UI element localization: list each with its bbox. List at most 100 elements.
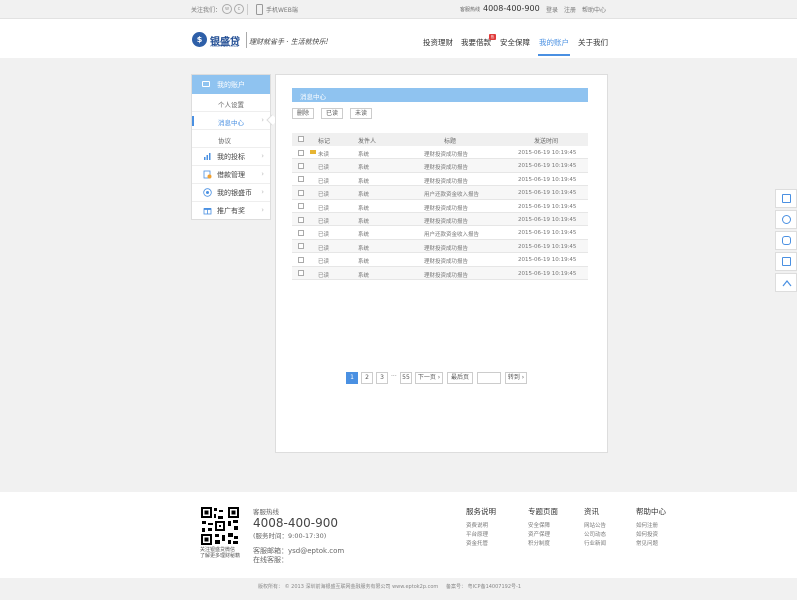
delete-button[interactable]: 删除 xyxy=(292,108,314,119)
footer-link[interactable]: 网站公告 xyxy=(584,522,606,531)
row-title[interactable]: 理财投资成功报告 xyxy=(424,257,468,265)
login-link[interactable]: 登录 xyxy=(546,7,558,14)
table-row[interactable]: 已读 系统 理财投资成功报告 2015-06-19 10:19:45 xyxy=(292,239,588,254)
row-time: 2015-06-19 10:19:45 xyxy=(518,150,577,156)
divider xyxy=(247,4,248,15)
chevron-right-icon: › xyxy=(261,206,264,214)
sidebar-item-referral-rewards[interactable]: 推广有奖 › xyxy=(192,202,270,220)
float-qq-button[interactable] xyxy=(775,210,797,229)
sidebar-header-my-account[interactable]: 我的账户 xyxy=(192,75,270,94)
footer-link[interactable]: 资金托管 xyxy=(466,540,496,549)
mark-read-button[interactable]: 已读 xyxy=(321,108,343,119)
row-title[interactable]: 理财投资成功报告 xyxy=(424,244,468,252)
sidebar-item-agreement[interactable]: 协议 xyxy=(192,130,270,148)
icp-number: 备案号： 粤ICP备14007192号-1 xyxy=(446,584,522,590)
sidebar-item-message-center[interactable]: 消息中心 › xyxy=(192,112,270,130)
sidebar-item-my-bids[interactable]: 我的投标 › xyxy=(192,148,270,166)
row-title[interactable]: 用户还款资金收入报告 xyxy=(424,190,479,198)
row-checkbox[interactable] xyxy=(298,176,304,183)
nav-invest[interactable]: 投资理财 xyxy=(423,37,453,48)
row-title[interactable]: 理财投资成功报告 xyxy=(424,204,468,212)
footer-column-title: 资讯 xyxy=(584,507,599,516)
page-3-button[interactable]: 3 xyxy=(376,372,388,384)
sidebar-item-loan-management[interactable]: 借款管理 › xyxy=(192,166,270,184)
row-time: 2015-06-19 10:19:45 xyxy=(518,203,577,210)
mobile-web-link[interactable]: 手机WEB端 xyxy=(266,5,298,14)
help-center-link[interactable]: 帮助中心 xyxy=(582,7,606,14)
row-title[interactable]: 用户还款资金收入报告 xyxy=(424,230,479,238)
nav-about[interactable]: 关于我们 xyxy=(578,37,608,48)
row-sender: 系统 xyxy=(358,232,370,239)
row-checkbox[interactable] xyxy=(298,243,304,250)
footer-link[interactable]: 如何投资 xyxy=(636,531,666,540)
float-app-button[interactable] xyxy=(775,189,797,208)
row-checkbox[interactable] xyxy=(298,229,304,236)
table-row[interactable]: 已读 系统 理财投资成功报告 2015-06-19 10:19:45 xyxy=(292,173,588,187)
footer-column-help: 帮助中心 如何注册 如何投资 常见问题 xyxy=(636,506,666,549)
table-row[interactable]: 已读 系统 理财投资成功报告 2015-06-19 10:19:45 xyxy=(292,213,588,227)
table-row[interactable]: 未读 系统 理财投资成功报告 2015-06-19 10:19:45 xyxy=(292,146,588,160)
table-row[interactable]: 已读 系统 用户还款资金收入报告 2015-06-19 10:19:45 xyxy=(292,226,588,240)
row-title[interactable]: 理财投资成功报告 xyxy=(424,217,468,225)
nav-security[interactable]: 安全保障 xyxy=(500,37,530,48)
sidebar-item-label: 协议 xyxy=(218,137,231,145)
float-qrcode-button[interactable] xyxy=(775,252,797,271)
row-checkbox[interactable] xyxy=(298,189,304,196)
row-sender: 系统 xyxy=(358,219,370,225)
footer-link[interactable]: 资产保理 xyxy=(528,531,558,540)
sidebar-item-label: 消息中心 xyxy=(218,119,244,127)
row-title[interactable]: 理财投资成功报告 xyxy=(424,177,468,185)
footer-link[interactable]: 常见问题 xyxy=(636,540,666,549)
row-checkbox[interactable] xyxy=(298,216,304,223)
jump-page-input[interactable] xyxy=(477,372,501,384)
row-checkbox[interactable] xyxy=(298,203,304,210)
footer-link[interactable]: 平台原理 xyxy=(466,531,496,540)
nav-borrow[interactable]: 我要借款 xyxy=(461,37,491,48)
table-row[interactable]: 已读 系统 理财投资成功报告 2015-06-19 10:19:45 xyxy=(292,200,588,213)
weibo-icon[interactable]: w xyxy=(222,4,232,14)
logo-divider xyxy=(246,32,247,48)
mark-unread-button[interactable]: 未读 xyxy=(350,108,372,119)
last-page-button[interactable]: 最后页 xyxy=(447,372,473,384)
back-to-top-button[interactable] xyxy=(775,273,797,292)
table-row[interactable]: 已读 系统 理财投资成功报告 2015-06-19 10:19:45 xyxy=(292,266,588,280)
row-title[interactable]: 理财投资成功报告 xyxy=(424,150,468,158)
register-link[interactable]: 注册 xyxy=(564,7,576,14)
page-2-button[interactable]: 2 xyxy=(361,372,373,384)
row-status: 已读 xyxy=(318,219,330,225)
row-checkbox[interactable] xyxy=(298,162,304,169)
qrcode-caption-line2: 了解更多理财秘籍 xyxy=(200,553,241,559)
table-row[interactable]: 已读 系统 理财投资成功报告 2015-06-19 10:19:45 xyxy=(292,159,588,173)
row-title[interactable]: 理财投资成功报告 xyxy=(424,271,468,279)
select-all-checkbox[interactable] xyxy=(298,136,304,142)
float-chat-button[interactable] xyxy=(775,231,797,250)
footer-link[interactable]: 如何注册 xyxy=(636,522,666,531)
footer-column-title: 服务说明 xyxy=(466,507,496,516)
go-button[interactable]: 转到 › xyxy=(505,372,527,384)
row-checkbox[interactable] xyxy=(298,256,304,263)
row-checkbox[interactable] xyxy=(298,149,304,156)
footer-link[interactable]: 资费说明 xyxy=(466,522,496,531)
footer-link[interactable]: 公司动态 xyxy=(584,531,606,540)
sidebar-item-personal-settings[interactable]: 个人设置 xyxy=(192,94,270,112)
message-center-panel: 消息中心 删除 已读 未读 标记 发件人 标题 发送时间 未读 系统 理财投资成功报… xyxy=(275,74,608,453)
nav-active-indicator xyxy=(538,54,570,56)
row-title[interactable]: 理财投资成功报告 xyxy=(424,163,468,171)
wechat-icon[interactable]: c xyxy=(234,4,244,14)
row-time: 2015-06-19 10:19:45 xyxy=(518,270,577,277)
sidebar-item-my-coins[interactable]: 我的银盛币 › xyxy=(192,184,270,202)
table-row[interactable]: 已读 系统 理财投资成功报告 2015-06-19 10:19:45 xyxy=(292,253,588,267)
page-1-button[interactable]: 1 xyxy=(346,372,358,384)
page-55-button[interactable]: 55 xyxy=(400,372,412,384)
next-page-button[interactable]: 下一页 › xyxy=(415,372,443,384)
footer-online-service[interactable]: 在线客服： xyxy=(253,555,288,565)
row-checkbox[interactable] xyxy=(298,270,304,277)
footer-link[interactable]: 行业新闻 xyxy=(584,540,606,549)
nav-my-account[interactable]: 我的账户 xyxy=(539,37,569,48)
wechat-qrcode-image xyxy=(200,506,240,546)
footer-link[interactable]: 安全保障 xyxy=(528,522,558,531)
table-row[interactable]: 已读 系统 用户还款资金收入报告 2015-06-19 10:19:45 xyxy=(292,186,588,200)
row-time: 2015-06-19 10:19:45 xyxy=(518,163,577,170)
account-card-icon xyxy=(202,81,210,87)
footer-link[interactable]: 积分制度 xyxy=(528,540,558,549)
